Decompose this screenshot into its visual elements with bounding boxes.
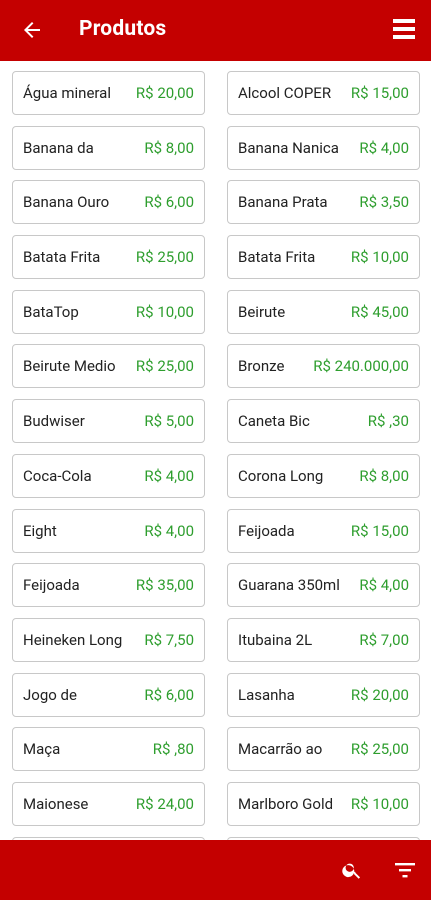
product-card[interactable]: Maça R$ ,80 bbox=[12, 727, 205, 772]
product-card[interactable]: Budwiser R$ 5,00 bbox=[12, 399, 205, 444]
product-card[interactable]: Macarrão ao R$ 25,00 bbox=[227, 727, 420, 772]
product-name: Marlboro Gold bbox=[238, 794, 334, 813]
page-title: Produtos bbox=[79, 17, 167, 41]
product-card[interactable]: Caneta Bic R$ ,30 bbox=[227, 399, 420, 444]
product-price: R$ 20,00 bbox=[350, 685, 409, 704]
product-card[interactable]: Jogo de R$ 6,00 bbox=[12, 672, 205, 717]
product-price: R$ 8,00 bbox=[359, 466, 409, 485]
product-card[interactable]: BataTop R$ 10,00 bbox=[12, 289, 205, 334]
product-name: Feijoada bbox=[238, 521, 295, 540]
product-name: Caneta Bic bbox=[238, 412, 310, 431]
product-price: R$ 4,00 bbox=[144, 521, 194, 540]
product-name: Heineken Long bbox=[23, 630, 123, 649]
product-column-left: Água mineral R$ 20,00 Banana da R$ 8,00 Bana… bbox=[12, 71, 205, 840]
product-column-right: Alcool COPER R$ 15,00 Banana Nanica R$ 4,00… bbox=[227, 71, 420, 840]
product-card[interactable]: Eight R$ 4,00 bbox=[12, 508, 205, 553]
product-name: Lasanha bbox=[238, 685, 295, 704]
product-card[interactable]: Alcool COPER R$ 15,00 bbox=[227, 71, 420, 115]
product-name: Bronze bbox=[238, 357, 285, 376]
product-card[interactable]: Banana Ouro R$ 6,00 bbox=[12, 180, 205, 225]
product-price: R$ 10,00 bbox=[350, 794, 409, 813]
product-name: Maionese bbox=[23, 794, 89, 813]
product-price: R$ 4,00 bbox=[144, 466, 194, 485]
product-price: R$ 15,00 bbox=[350, 521, 409, 540]
bottom-bar bbox=[0, 840, 431, 900]
product-name: Banana Nanica bbox=[238, 138, 339, 157]
product-price: R$ 10,00 bbox=[135, 302, 194, 321]
product-price: R$ 45,00 bbox=[350, 302, 409, 321]
product-card[interactable]: Água mineral R$ 20,00 bbox=[12, 71, 205, 115]
product-card[interactable]: Bronze R$ 240.000,00 bbox=[227, 344, 420, 389]
product-card[interactable]: Coca-Cola R$ 4,00 bbox=[12, 453, 205, 498]
filter-icon[interactable] bbox=[394, 860, 416, 880]
arrow-back-icon[interactable] bbox=[20, 18, 44, 42]
product-name: Banana Ouro bbox=[23, 193, 110, 212]
product-name: Batata Frita bbox=[238, 248, 316, 267]
product-name: Beirute bbox=[238, 302, 286, 321]
product-name: Macarrão ao bbox=[238, 740, 323, 759]
product-card[interactable]: Corona Long R$ 8,00 bbox=[227, 453, 420, 498]
product-price: R$ 4,00 bbox=[359, 576, 409, 595]
product-price: R$ 20,00 bbox=[135, 84, 194, 102]
product-card[interactable]: Maionese R$ 24,00 bbox=[12, 781, 205, 826]
product-price: R$ 3,50 bbox=[359, 193, 409, 212]
product-grid: Água mineral R$ 20,00 Banana da R$ 8,00 Bana… bbox=[0, 61, 431, 840]
product-name: Jogo de bbox=[23, 685, 77, 704]
product-card[interactable]: Batata Frita R$ 25,00 bbox=[12, 235, 205, 280]
product-card[interactable]: Banana Prata R$ 3,50 bbox=[227, 180, 420, 225]
product-price: R$ 25,00 bbox=[135, 357, 194, 376]
product-price: R$ 5,00 bbox=[144, 412, 194, 431]
product-price: R$ 10,00 bbox=[350, 248, 409, 267]
product-name: Banana da bbox=[23, 138, 94, 157]
product-name: Guarana 350ml bbox=[238, 576, 340, 595]
product-card[interactable]: Lasanha R$ 20,00 bbox=[227, 672, 420, 717]
product-card[interactable]: Banana Nanica R$ 4,00 bbox=[227, 125, 420, 170]
product-card[interactable]: Marlboro Gold R$ 10,00 bbox=[227, 781, 420, 826]
product-card[interactable]: Beirute R$ 45,00 bbox=[227, 289, 420, 334]
product-name: Budwiser bbox=[23, 412, 85, 431]
product-name: Água mineral bbox=[23, 84, 111, 102]
product-price: R$ 15,00 bbox=[350, 84, 409, 102]
product-card[interactable]: Feijoada R$ 15,00 bbox=[227, 508, 420, 553]
product-card[interactable]: Itubaina 2L R$ 7,00 bbox=[227, 617, 420, 662]
product-card[interactable]: Heineken Long R$ 7,50 bbox=[12, 617, 205, 662]
product-price: R$ 6,00 bbox=[144, 685, 194, 704]
search-icon[interactable] bbox=[341, 859, 363, 881]
product-price: R$ 4,00 bbox=[359, 138, 409, 157]
product-price: R$ 7,00 bbox=[359, 630, 409, 649]
product-name: Banana Prata bbox=[238, 193, 328, 212]
product-card[interactable]: Banana da R$ 8,00 bbox=[12, 125, 205, 170]
product-price: R$ 24,00 bbox=[135, 794, 194, 813]
menu-icon[interactable] bbox=[393, 18, 415, 40]
product-name: Itubaina 2L bbox=[238, 630, 313, 649]
product-name: Maça bbox=[23, 740, 61, 759]
product-card[interactable]: Feijoada R$ 35,00 bbox=[12, 563, 205, 608]
product-card[interactable]: Batata Frita R$ 10,00 bbox=[227, 235, 420, 280]
product-price: R$ 6,00 bbox=[144, 193, 194, 212]
product-price: R$ ,80 bbox=[152, 740, 194, 759]
product-name: Corona Long bbox=[238, 466, 324, 485]
product-name: Beirute Medio bbox=[23, 357, 116, 376]
product-name: Batata Frita bbox=[23, 248, 101, 267]
product-price: R$ 25,00 bbox=[135, 248, 194, 267]
product-price: R$ 25,00 bbox=[350, 740, 409, 759]
product-price: R$ 35,00 bbox=[135, 576, 194, 595]
product-price: R$ 8,00 bbox=[144, 138, 194, 157]
product-name: BataTop bbox=[23, 302, 79, 321]
product-price: R$ ,30 bbox=[367, 412, 409, 431]
product-card[interactable]: Beirute Medio R$ 25,00 bbox=[12, 344, 205, 389]
product-price: R$ 240.000,00 bbox=[313, 357, 409, 376]
product-name: Alcool COPER bbox=[238, 84, 332, 102]
product-name: Eight bbox=[23, 521, 57, 540]
product-card[interactable]: Guarana 350ml R$ 4,00 bbox=[227, 563, 420, 608]
product-name: Feijoada bbox=[23, 576, 80, 595]
product-name: Coca-Cola bbox=[23, 466, 92, 485]
product-price: R$ 7,50 bbox=[144, 630, 194, 649]
app-bar: Produtos bbox=[0, 0, 431, 61]
